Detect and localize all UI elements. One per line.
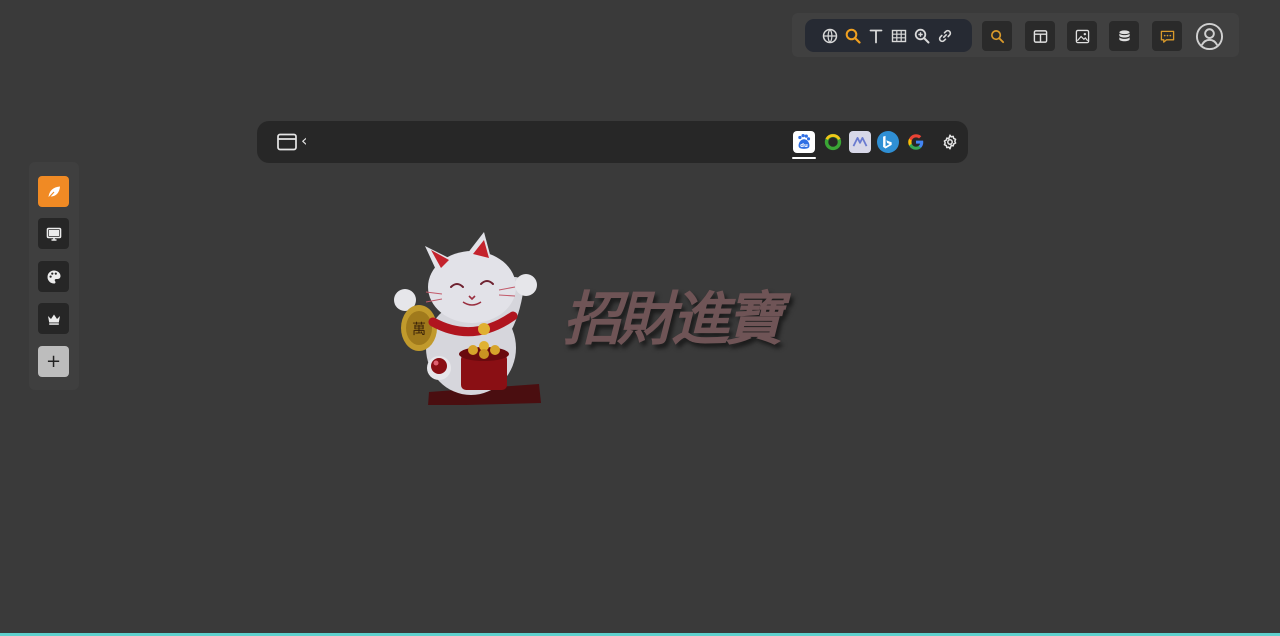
engine-google[interactable] bbox=[905, 131, 927, 153]
chat-button[interactable] bbox=[1152, 21, 1182, 51]
top-toolbar bbox=[792, 13, 1239, 57]
left-sidebar: + bbox=[29, 162, 79, 390]
sidebar-item-palette[interactable] bbox=[38, 261, 69, 292]
database-icon bbox=[1118, 29, 1130, 41]
link-icon[interactable] bbox=[936, 27, 954, 45]
engine-baidu[interactable]: du bbox=[793, 131, 815, 153]
desktop: + ‹ du 萬 招財進寶 bbox=[0, 0, 1280, 636]
window-icon[interactable] bbox=[277, 133, 297, 151]
user-circle-icon bbox=[1195, 22, 1223, 50]
search-button[interactable] bbox=[982, 21, 1012, 51]
columns-icon bbox=[1033, 29, 1047, 43]
plus-icon: + bbox=[45, 350, 62, 372]
image-icon bbox=[1075, 29, 1089, 43]
search-icon bbox=[990, 29, 1004, 43]
search-bar[interactable]: ‹ du bbox=[257, 121, 968, 163]
sidebar-item-crown[interactable] bbox=[38, 303, 69, 334]
360-icon bbox=[824, 133, 842, 151]
globe-icon[interactable] bbox=[821, 27, 839, 45]
table-icon[interactable] bbox=[890, 27, 908, 45]
image-button[interactable] bbox=[1067, 21, 1097, 51]
database-button[interactable] bbox=[1109, 21, 1139, 51]
search-icon[interactable] bbox=[844, 27, 862, 45]
baidu-icon: du bbox=[798, 134, 811, 149]
account-button[interactable] bbox=[1194, 21, 1224, 51]
chat-icon bbox=[1160, 30, 1174, 43]
settings-gear-icon[interactable] bbox=[942, 134, 958, 150]
monitor-icon bbox=[46, 227, 61, 241]
metaso-icon bbox=[852, 137, 868, 147]
crown-icon bbox=[47, 314, 60, 325]
sidebar-item-leaf[interactable] bbox=[38, 176, 69, 207]
google-icon bbox=[908, 134, 924, 150]
selected-engine-indicator bbox=[792, 157, 816, 159]
palette-icon bbox=[47, 270, 60, 283]
brand-slogan: 招財進寶 bbox=[563, 285, 783, 353]
leaf-icon bbox=[47, 186, 60, 199]
engine-bing[interactable] bbox=[877, 131, 899, 153]
zoom-in-icon[interactable] bbox=[913, 27, 931, 45]
sidebar-item-monitor[interactable] bbox=[38, 218, 69, 249]
svg-text:萬: 萬 bbox=[412, 322, 426, 338]
bing-icon bbox=[883, 135, 892, 149]
sidebar-add-button[interactable]: + bbox=[38, 346, 69, 377]
svg-text:du: du bbox=[800, 143, 808, 149]
text-icon[interactable] bbox=[867, 27, 885, 45]
lucky-cat-logo: 萬 bbox=[394, 232, 541, 405]
columns-button[interactable] bbox=[1025, 21, 1055, 51]
engine-metaso[interactable] bbox=[849, 131, 871, 153]
engine-360[interactable] bbox=[822, 131, 844, 153]
tool-group bbox=[805, 19, 972, 52]
back-chevron[interactable]: ‹ bbox=[301, 131, 307, 151]
